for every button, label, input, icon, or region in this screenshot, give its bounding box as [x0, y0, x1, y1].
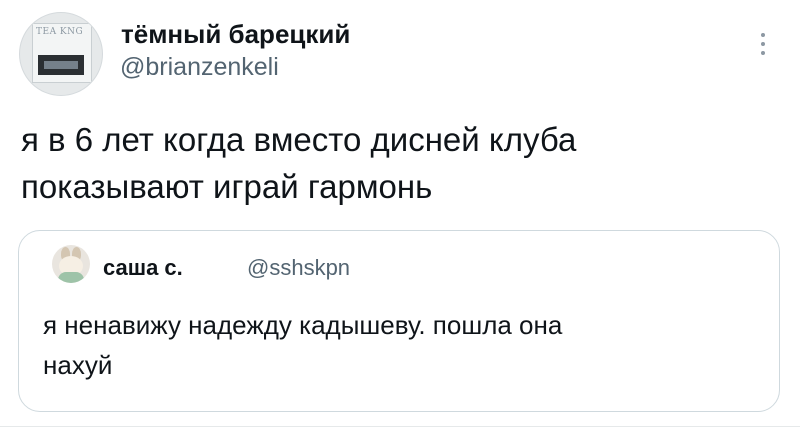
avatar-body — [58, 272, 84, 283]
tweet-text-line: я в 6 лет когда вместо дисней клуба — [21, 121, 577, 158]
more-vertical-icon[interactable] — [757, 28, 769, 62]
quoted-handle[interactable]: @sshskpn — [247, 255, 350, 281]
quoted-tweet-card[interactable]: саша с. @sshskpn я ненавижу надежду кады… — [18, 230, 780, 412]
avatar-screen — [38, 55, 84, 75]
quoted-display-name[interactable]: саша с. — [103, 255, 183, 281]
tweet-text-line: показывают играй гармонь — [21, 168, 433, 205]
menu-dot — [761, 42, 765, 46]
author-display-name[interactable]: тёмный барецкий — [121, 19, 350, 50]
menu-dot — [761, 33, 765, 37]
tweet-text: я в 6 лет когда вместо дисней клуба пока… — [21, 116, 761, 210]
avatar-scribble-text: TEA KNG — [36, 27, 84, 37]
bottom-divider — [0, 426, 800, 427]
quoted-tweet-text: я ненавижу надежду кадышеву. пошла она н… — [43, 305, 763, 385]
author-handle[interactable]: @brianzenkeli — [120, 53, 279, 82]
quoted-author-avatar[interactable] — [52, 245, 90, 283]
menu-dot — [761, 51, 765, 55]
quoted-text-line: я ненавижу надежду кадышеву. пошла она — [43, 310, 563, 340]
author-avatar[interactable]: TEA KNG — [19, 12, 103, 96]
quoted-text-line: нахуй — [43, 350, 113, 380]
